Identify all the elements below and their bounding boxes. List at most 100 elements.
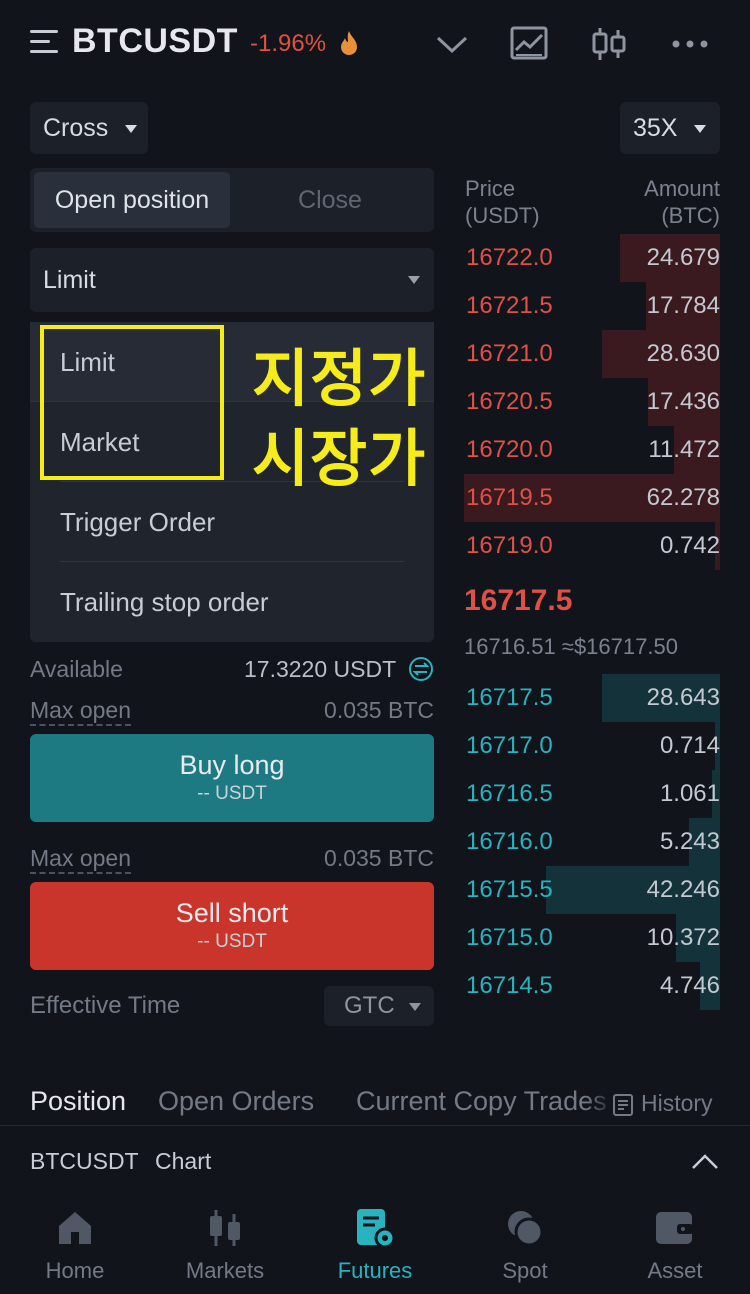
buy-long-label: Buy long <box>179 750 285 780</box>
bid-price: 16715.5 <box>466 876 553 903</box>
ask-amount: 62.278 <box>646 484 720 511</box>
bid-amount: 4.746 <box>659 972 720 999</box>
margin-mode-select[interactable]: Cross <box>30 102 148 154</box>
option-trailing-stop-order[interactable]: Trailing stop order <box>60 562 404 642</box>
ask-row[interactable]: 16720.5 17.436 <box>464 378 720 426</box>
more-icon[interactable] <box>668 24 712 64</box>
tab-open-orders[interactable]: Open Orders <box>158 1086 314 1117</box>
mark-price: 16716.51 ≈$16717.50 <box>464 634 678 659</box>
fire-icon <box>338 30 360 62</box>
caret-down-icon <box>408 276 420 284</box>
ask-row[interactable]: 16721.0 28.630 <box>464 330 720 378</box>
bid-row[interactable]: 16717.0 0.714 <box>464 722 720 770</box>
amount-header-label: Amount <box>644 176 720 201</box>
ask-price: 16719.5 <box>466 484 553 511</box>
leverage-value: 35X <box>633 114 678 142</box>
bid-price: 16716.0 <box>466 828 553 855</box>
bid-price: 16715.0 <box>466 924 553 951</box>
ask-amount: 0.742 <box>659 532 720 559</box>
effective-time-value: GTC <box>344 992 395 1019</box>
nav-spot-label: Spot <box>502 1258 548 1283</box>
orderbook-amount-header: Amount (BTC) <box>644 175 720 229</box>
amount-header-unit: (BTC) <box>661 203 720 228</box>
ask-row[interactable]: 16719.5 62.278 <box>464 474 720 522</box>
sell-short-button[interactable]: Sell short -- USDT <box>30 882 434 970</box>
order-type-select[interactable]: Limit <box>30 248 434 312</box>
bid-row[interactable]: 16717.5 28.643 <box>464 674 720 722</box>
ask-price: 16720.0 <box>466 436 553 463</box>
sell-short-amount: -- USDT <box>197 931 267 952</box>
price-header-label: Price <box>465 176 516 201</box>
menu-icon[interactable] <box>30 30 58 54</box>
effective-time-select[interactable]: GTC <box>324 986 434 1026</box>
candlestick-icon[interactable] <box>588 24 632 64</box>
caret-down-icon <box>125 125 138 134</box>
nav-markets-label: Markets <box>185 1258 265 1283</box>
ask-amount: 28.630 <box>646 340 720 367</box>
ask-price: 16721.0 <box>466 340 553 367</box>
effective-time-label: Effective Time <box>30 992 181 1019</box>
caret-down-icon <box>694 125 707 134</box>
chart-icon[interactable] <box>508 24 552 64</box>
orderbook-price-header: Price (USDT) <box>465 175 540 229</box>
nav-home-label: Home <box>45 1258 105 1283</box>
ask-amount: 17.436 <box>646 388 720 415</box>
ask-row[interactable]: 16720.0 11.472 <box>464 426 720 474</box>
chevron-up-icon[interactable] <box>690 1150 720 1172</box>
wallet-icon <box>653 1206 697 1250</box>
history-link[interactable]: History <box>641 1090 713 1117</box>
tab-position[interactable]: Position <box>30 1086 126 1117</box>
bid-amount: 10.372 <box>646 924 720 951</box>
price-change: -1.96% <box>250 30 327 57</box>
annotation-limit-korean: 지정가 <box>252 342 427 415</box>
bid-row[interactable]: 16716.5 1.061 <box>464 770 720 818</box>
bid-amount: 28.643 <box>646 684 720 711</box>
buy-long-button[interactable]: Buy long -- USDT <box>30 734 434 822</box>
bid-row[interactable]: 16716.0 5.243 <box>464 818 720 866</box>
annotation-market-korean: 시장가 <box>252 422 427 495</box>
ask-price: 16722.0 <box>466 244 553 271</box>
bid-amount: 1.061 <box>659 780 720 807</box>
futures-icon <box>353 1206 397 1250</box>
bid-price: 16717.5 <box>466 684 553 711</box>
bid-row[interactable]: 16715.5 42.246 <box>464 866 720 914</box>
available-label: Available <box>30 656 123 682</box>
price-header-unit: (USDT) <box>465 203 540 228</box>
history-icon[interactable] <box>612 1093 636 1117</box>
symbol-title[interactable]: BTCUSDT <box>72 22 238 61</box>
bid-row[interactable]: 16715.0 10.372 <box>464 914 720 962</box>
max-open-short-label: Max open <box>30 845 132 874</box>
transfer-icon[interactable] <box>408 656 434 682</box>
tab-current-copy-trades[interactable]: Current Copy Trades <box>356 1086 606 1117</box>
bid-price: 16714.5 <box>466 972 553 999</box>
nav-asset-label: Asset <box>647 1258 703 1283</box>
ask-amount: 24.679 <box>646 244 720 271</box>
spot-icon <box>503 1206 547 1250</box>
ask-price: 16719.0 <box>466 532 553 559</box>
ask-row[interactable]: 16719.0 0.742 <box>464 522 720 570</box>
bid-amount: 42.246 <box>646 876 720 903</box>
bid-price: 16716.5 <box>466 780 553 807</box>
max-open-long-value: 0.035 BTC <box>324 697 434 723</box>
caret-down-icon <box>409 1002 422 1011</box>
order-type-value: Limit <box>43 266 96 294</box>
ask-price: 16721.5 <box>466 292 553 319</box>
max-open-long-label: Max open <box>30 697 132 726</box>
bid-amount: 5.243 <box>659 828 720 855</box>
tab-open-position[interactable]: Open position <box>34 172 230 228</box>
leverage-select[interactable]: 35X <box>620 102 720 154</box>
tab-close-position[interactable]: Close <box>230 172 430 228</box>
bid-amount: 0.714 <box>659 732 720 759</box>
bottom-nav: Home Markets Futures Spot Asset <box>0 1194 750 1294</box>
chevron-down-icon[interactable] <box>430 24 474 64</box>
position-tabs: Open position Close <box>30 168 434 232</box>
last-price: 16717.5 <box>464 584 573 617</box>
nav-futures-label: Futures <box>337 1258 413 1283</box>
ask-row[interactable]: 16721.5 17.784 <box>464 282 720 330</box>
buy-long-amount: -- USDT <box>197 783 267 804</box>
ask-row[interactable]: 16722.0 24.679 <box>464 234 720 282</box>
bid-row[interactable]: 16714.5 4.746 <box>464 962 720 1010</box>
chart-bar-label[interactable]: Chart <box>155 1148 211 1175</box>
chart-bar-symbol: BTCUSDT <box>30 1148 139 1174</box>
ask-price: 16720.5 <box>466 388 553 415</box>
